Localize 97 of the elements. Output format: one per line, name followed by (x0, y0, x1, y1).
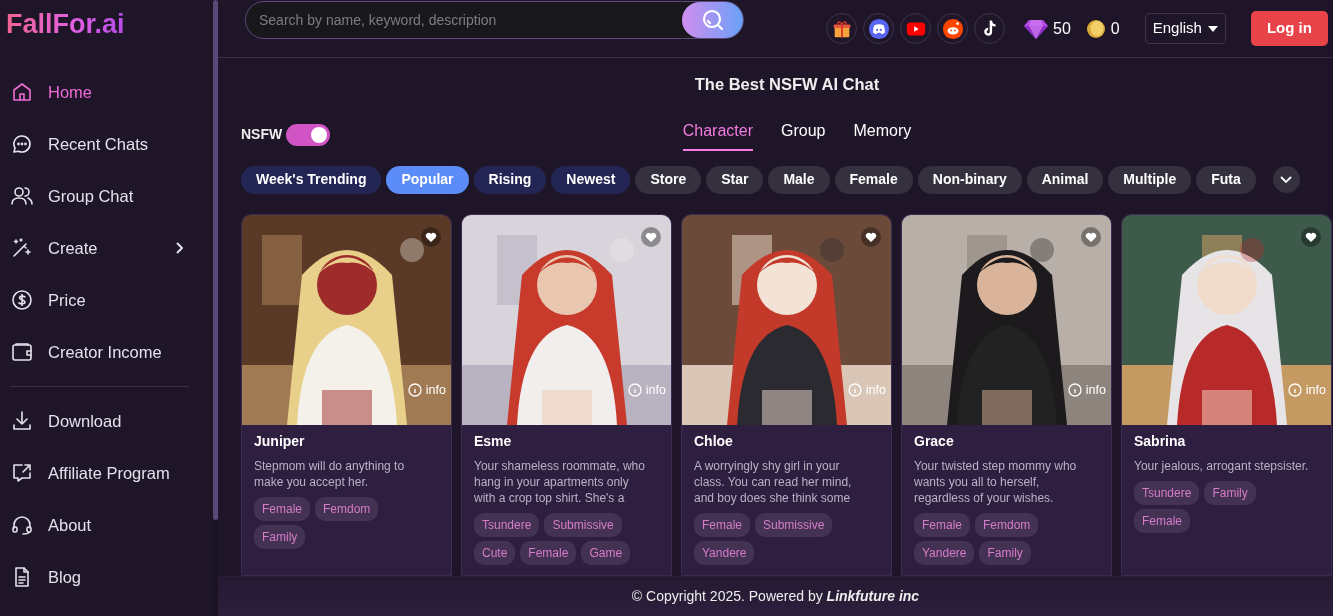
sidebar-item[interactable]: Blog (0, 551, 213, 603)
tag[interactable]: Family (254, 524, 306, 549)
character-description: Your twisted step mommy who wants you all to herself, regardless of your wishes. (914, 457, 1078, 506)
character-name: Esme (474, 431, 513, 451)
language-dropdown[interactable]: English (1144, 13, 1226, 44)
character-description: Your jealous, arrogant stepsister. (1134, 457, 1309, 474)
page-heading: The Best NSFW AI Chat (693, 74, 881, 95)
sidebar-item[interactable]: Download (0, 395, 213, 447)
info-icon (1287, 383, 1302, 398)
social-link-button[interactable] (826, 13, 857, 44)
download-icon (10, 409, 34, 433)
chat-bubble-icon (10, 132, 34, 156)
copyright-text: © Copyright 2025. Powered by Linkfuture inc (631, 587, 920, 606)
character-description: A worryingly shy girl in your class. You can read her mind, and boy does she think some (694, 457, 853, 506)
tag[interactable]: Tsundere (474, 512, 540, 537)
info-icon (407, 383, 422, 398)
character-description: Your shameless roommate, who hang in your apartments only with a crop top shirt. She's a (474, 457, 646, 506)
sidebar-item[interactable]: Affiliate Program (0, 447, 213, 499)
search-button[interactable] (682, 1, 743, 38)
alien-icon (941, 17, 964, 40)
magic-wand-icon (10, 236, 34, 260)
sidebar-item[interactable]: Create (0, 222, 213, 274)
tag[interactable]: Female (694, 512, 750, 537)
people-icon (10, 184, 34, 208)
wallet-icon (10, 340, 34, 364)
filter-chip[interactable]: Newest (551, 165, 631, 194)
filter-chip[interactable]: Star (706, 165, 764, 194)
tag[interactable]: Femdom (975, 512, 1039, 537)
social-link-button[interactable] (974, 13, 1005, 44)
tag[interactable]: Female (1134, 508, 1190, 533)
coin-icon (1085, 18, 1106, 39)
tag[interactable]: Submissive (755, 512, 833, 537)
filter-chip[interactable]: Week's Trending (241, 165, 382, 194)
filter-chip[interactable]: Male (768, 165, 830, 194)
info-icon (627, 383, 642, 398)
sidebar-item[interactable]: Group Chat (0, 170, 213, 222)
login-button[interactable]: Log in (1250, 11, 1328, 46)
tag[interactable]: Tsundere (1134, 480, 1200, 505)
tab[interactable]: Group (781, 114, 826, 151)
filter-chip[interactable]: Non-binary (917, 165, 1022, 194)
caret-icon (1207, 25, 1218, 32)
character-card[interactable]: info Chloe A worryingly shy girl in your class. You can read her mind, and boy does she think some Female Submissive Yandere (681, 213, 892, 576)
filter-chip[interactable]: Animal (1026, 165, 1104, 194)
tag[interactable]: Female (520, 540, 577, 565)
tag[interactable]: Family (1204, 480, 1256, 505)
tab[interactable]: Memory (853, 114, 912, 151)
chevron-right-icon (175, 242, 183, 254)
filter-chip[interactable]: Futa (1196, 165, 1256, 194)
search-field[interactable]: Search by name, keyword, description (245, 0, 744, 39)
sidebar-item[interactable]: Recent Chats (0, 118, 213, 170)
character-name: Sabrina (1134, 431, 1187, 451)
discord-icon (867, 17, 890, 40)
share-icon (10, 461, 34, 485)
home-icon (10, 80, 34, 104)
info-icon (1067, 383, 1082, 398)
tag[interactable]: Cute (474, 540, 516, 565)
search-icon (700, 7, 725, 32)
info-button[interactable]: info (1067, 381, 1106, 400)
character-card[interactable]: info Sabrina Your jealous, arrogant stepsister. Tsundere Family Female (1121, 213, 1332, 576)
character-card[interactable]: info Esme Your shameless roommate, who hang in your apartments only with a crop top shirt. She's a Tsundere Submissive Cute Female Game (461, 213, 672, 576)
coin-balance: 0 (1110, 18, 1120, 39)
filter-chip[interactable]: Store (635, 165, 702, 194)
gem-balance: 50 (1053, 18, 1071, 39)
info-button[interactable]: info (407, 381, 446, 400)
social-link-button[interactable] (937, 13, 968, 44)
tag[interactable]: Femdom (315, 496, 379, 521)
tag[interactable]: Yandere (694, 540, 755, 565)
filter-chip[interactable]: Rising (473, 165, 547, 194)
toggle-label: NSFW (241, 125, 283, 145)
sidebar-item[interactable]: Home (0, 66, 213, 118)
scrollbar-thumb[interactable] (213, 0, 218, 520)
character-name: Chloe (694, 431, 734, 451)
character-card[interactable]: info Juniper Stepmom will do anything to make you accept her. Female Femdom Family (241, 213, 452, 576)
tag[interactable]: Game (581, 540, 631, 565)
character-name: Juniper (254, 431, 306, 451)
tag[interactable]: Female (914, 512, 970, 537)
character-description: Stepmom will do anything to make you accept her. (254, 457, 406, 490)
chevron-down-icon (1280, 175, 1293, 184)
tag[interactable]: Submissive (544, 512, 622, 537)
toggle-switch[interactable] (286, 123, 331, 146)
filter-chip[interactable]: Multiple (1108, 165, 1192, 194)
filter-chip[interactable]: Female (834, 165, 913, 194)
sidebar-item[interactable]: About (0, 499, 213, 551)
character-name: Grace (914, 431, 955, 451)
tag[interactable]: Yandere (914, 540, 975, 565)
dollar-icon (10, 288, 34, 312)
tag[interactable]: Family (979, 540, 1031, 565)
tab[interactable]: Character (682, 114, 753, 151)
character-card[interactable]: info Grace Your twisted step mommy who wants you all to herself, regardless of your wishes. Female Femdom Yandere Family (901, 213, 1112, 576)
info-icon (847, 383, 862, 398)
social-link-button[interactable] (863, 13, 894, 44)
expand-button[interactable] (1272, 166, 1300, 194)
sidebar-item[interactable]: Creator Income (0, 326, 213, 378)
tag[interactable]: Female (254, 496, 310, 521)
gem-icon (1024, 18, 1048, 39)
headset-icon (10, 513, 34, 537)
sidebar-item[interactable]: Price (0, 274, 213, 326)
